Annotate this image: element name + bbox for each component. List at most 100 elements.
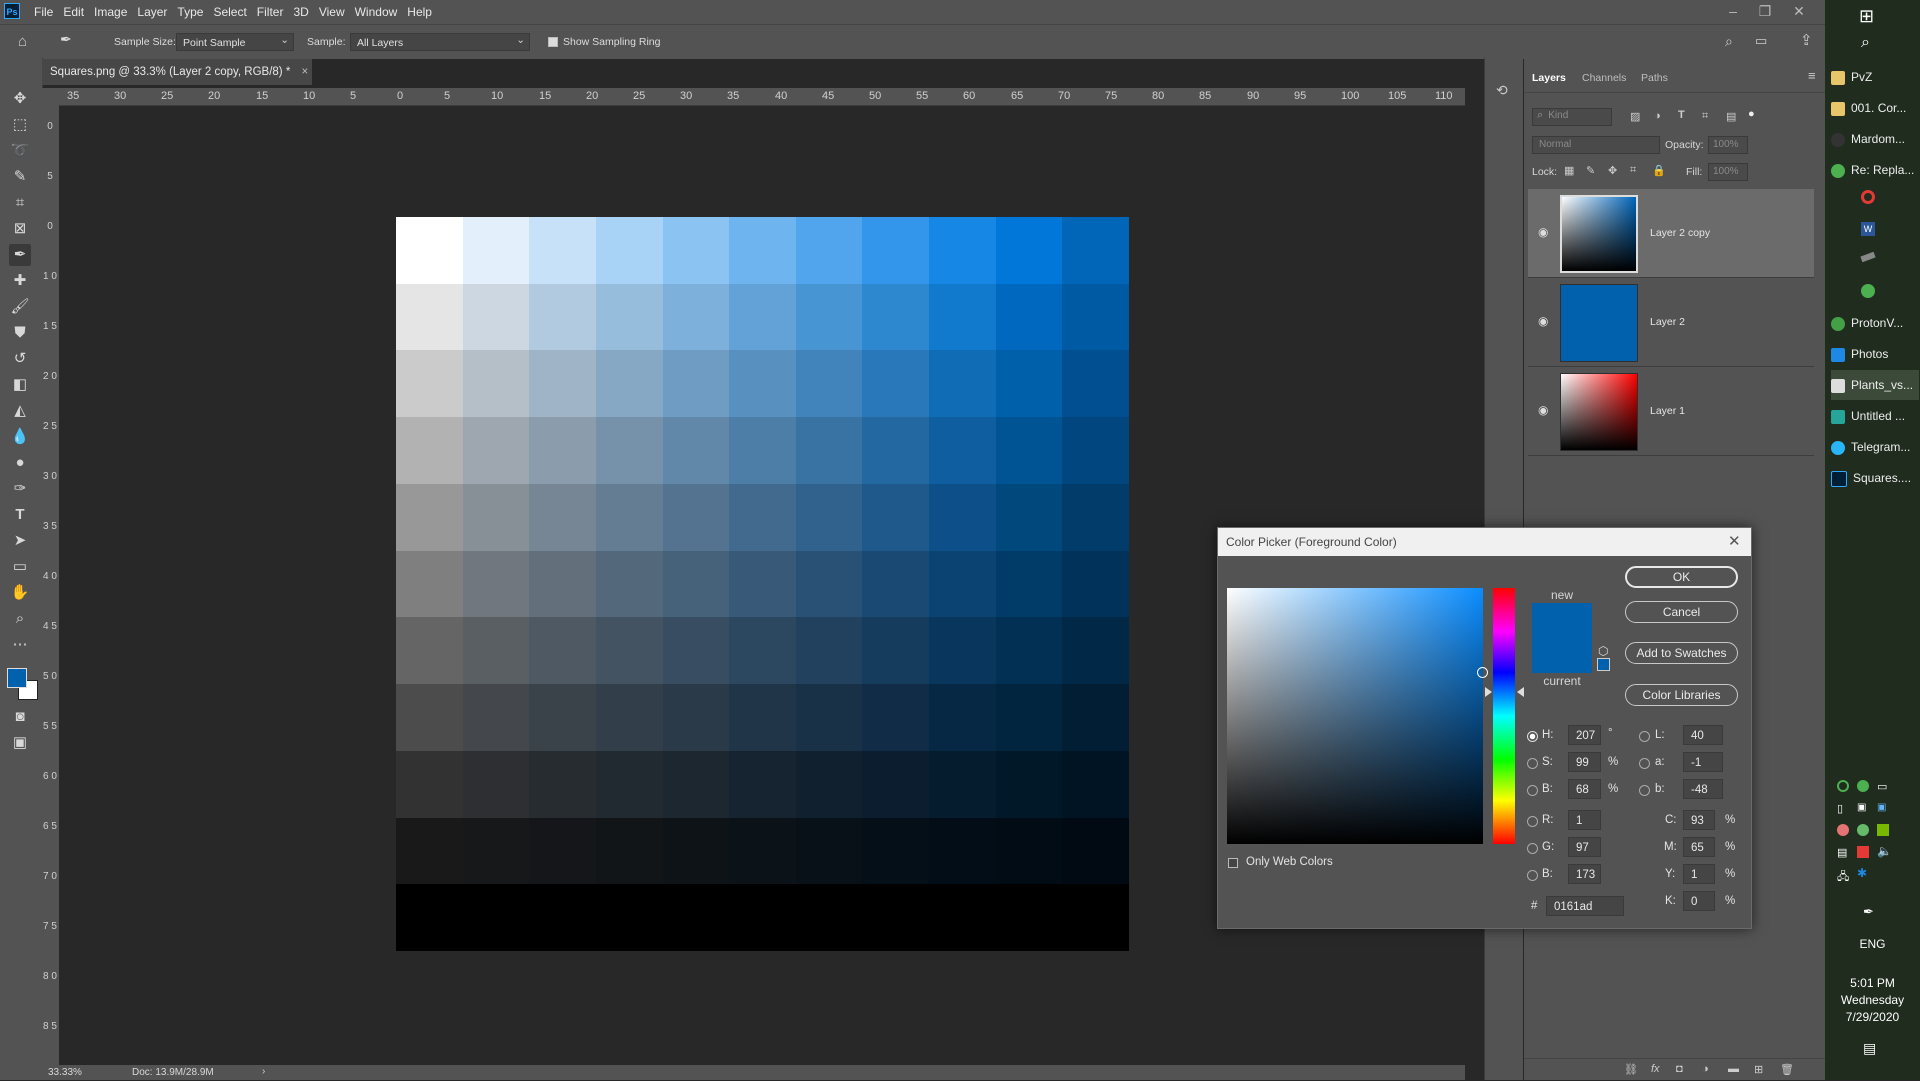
sample-select[interactable]: All Layers (350, 31, 530, 51)
tray-icon[interactable]: ▣ (1877, 802, 1886, 813)
history-panel-icon[interactable]: ⟲ (1496, 82, 1508, 99)
add-mask-icon[interactable]: ◘ (1676, 1063, 1683, 1075)
new-group-icon[interactable]: ▬ (1728, 1063, 1739, 1075)
eyedropper-preset-icon[interactable]: ✒ (60, 31, 86, 51)
filter-type-icon[interactable]: T (1678, 109, 1685, 121)
field-l[interactable]: 40 (1683, 725, 1723, 745)
lock-artboard-icon[interactable]: ⌗ (1630, 164, 1636, 177)
close-tab-icon[interactable]: × (302, 66, 309, 78)
history-brush-tool-icon[interactable]: ↺ (9, 348, 31, 370)
hex-field[interactable]: 0161ad (1546, 896, 1624, 916)
close-icon[interactable]: ✕ (1782, 0, 1816, 24)
taskbar-item-photoshop[interactable]: Squares.... (1831, 463, 1919, 493)
filter-shape-icon[interactable]: ⌗ (1702, 110, 1708, 123)
taskbar-item-telegram[interactable]: Telegram... (1831, 432, 1919, 462)
radio-a[interactable] (1639, 758, 1650, 769)
home-icon[interactable]: ⌂ (18, 33, 36, 51)
menu-type[interactable]: Type (177, 0, 211, 24)
foreground-color-swatch[interactable] (7, 668, 27, 688)
menu-edit[interactable]: Edit (63, 0, 92, 24)
blend-mode-select[interactable]: Normal (1532, 136, 1660, 154)
tray-icon[interactable]: ▣ (1857, 802, 1866, 813)
dodge-tool-icon[interactable]: ● (9, 452, 31, 474)
status-menu-arrow-icon[interactable]: › (262, 1066, 265, 1077)
dialog-titlebar[interactable]: Color Picker (Foreground Color) (1218, 528, 1751, 556)
rectangle-tool-icon[interactable]: ▭ (9, 556, 31, 578)
type-tool-icon[interactable]: T (9, 504, 31, 526)
tray-icon[interactable] (1857, 846, 1869, 858)
fx-icon[interactable]: fx (1651, 1063, 1660, 1075)
crop-tool-icon[interactable]: ⌗ (9, 192, 31, 214)
word-icon[interactable]: W (1861, 222, 1875, 236)
minimize-icon[interactable]: – (1716, 0, 1750, 24)
taskbar-item-mardom[interactable]: Mardom... (1831, 124, 1919, 154)
tray-icon[interactable]: ▤ (1837, 846, 1847, 859)
field-a[interactable]: -1 (1683, 752, 1723, 772)
field-blue[interactable]: 173 (1568, 864, 1601, 884)
dialog-close-icon[interactable]: ✕ (1728, 532, 1741, 550)
radio-r[interactable] (1527, 816, 1538, 827)
visibility-eye-icon[interactable]: ◉ (1538, 403, 1552, 417)
app-icon[interactable] (1861, 284, 1875, 298)
zoom-tool-icon[interactable]: ⌕ (9, 608, 31, 630)
tab-layers[interactable]: Layers (1532, 72, 1566, 84)
tab-paths[interactable]: Paths (1641, 72, 1668, 84)
saturation-brightness-field[interactable] (1227, 588, 1488, 844)
filter-kind-field[interactable]: ⌕ Kind (1532, 108, 1612, 126)
fill-field[interactable]: 100% (1708, 163, 1748, 181)
tray-icon[interactable]: ▭ (1877, 780, 1887, 793)
path-selection-tool-icon[interactable]: ➤ (9, 530, 31, 552)
adjustment-layer-icon[interactable]: ◑ (1702, 1063, 1709, 1075)
share-icon[interactable]: ⇪ (1800, 31, 1813, 49)
pen-tool-icon[interactable]: ✑ (9, 478, 31, 500)
notifications-icon[interactable]: ▤ (1863, 1040, 1876, 1057)
link-layers-icon[interactable]: ⛓ (1624, 1063, 1638, 1076)
opacity-field[interactable]: 100% (1708, 136, 1748, 154)
document-tab[interactable]: Squares.png @ 33.3% (Layer 2 copy, RGB/8… (42, 59, 312, 85)
radio-l[interactable] (1639, 731, 1650, 742)
frame-tool-icon[interactable]: ⊠ (9, 218, 31, 240)
nvidia-icon[interactable] (1877, 824, 1889, 836)
image-canvas[interactable] (396, 217, 1129, 951)
network-icon[interactable]: 🖧 (1837, 868, 1849, 887)
tray-icon[interactable] (1837, 780, 1849, 792)
eraser-tool-icon[interactable]: ◧ (9, 374, 31, 396)
clock[interactable]: 5:01 PM Wednesday 7/29/2020 (1825, 975, 1920, 1026)
hue-slider[interactable] (1493, 588, 1515, 844)
language-indicator[interactable]: ENG (1825, 937, 1920, 951)
hand-tool-icon[interactable]: ✋ (9, 582, 31, 604)
field-y[interactable]: 1 (1683, 864, 1715, 884)
clone-stamp-tool-icon[interactable]: ⛊ (9, 322, 31, 344)
taskbar-item-plants[interactable]: Plants_vs... (1831, 370, 1919, 400)
menu-select[interactable]: Select (213, 0, 254, 24)
screen-mode-icon[interactable]: ▣ (9, 732, 31, 754)
radio-blue[interactable] (1527, 870, 1538, 881)
sample-size-select[interactable]: Point Sample (176, 31, 294, 51)
menu-view[interactable]: View (319, 0, 353, 24)
delete-layer-icon[interactable]: 🗑 (1780, 1063, 1794, 1076)
visibility-eye-icon[interactable]: ◉ (1538, 225, 1552, 239)
marquee-tool-icon[interactable]: ⬚ (9, 114, 31, 136)
lock-position-icon[interactable]: ✥ (1608, 164, 1617, 177)
pen-icon[interactable]: ✒ (1863, 904, 1874, 920)
cancel-button[interactable]: Cancel (1625, 601, 1738, 623)
layer-row-layer-1[interactable]: ◉ Layer 1 (1528, 367, 1814, 456)
tab-channels[interactable]: Channels (1582, 72, 1626, 84)
brush-tool-icon[interactable]: 🖌 (9, 296, 31, 318)
usb-icon[interactable]: ▯ (1837, 802, 1843, 815)
lasso-tool-icon[interactable]: ➰ (9, 140, 31, 162)
menu-layer[interactable]: Layer (137, 0, 175, 24)
search-icon[interactable]: ⌕ (1725, 33, 1733, 50)
quick-select-tool-icon[interactable]: ✎ (9, 166, 31, 188)
more-tools-icon[interactable]: ⋯ (9, 634, 31, 656)
opera-icon[interactable] (1861, 190, 1875, 204)
radio-brightness[interactable] (1527, 785, 1538, 796)
new-layer-icon[interactable]: ⊞ (1754, 1063, 1763, 1076)
radio-g[interactable] (1527, 843, 1538, 854)
menu-file[interactable]: File (34, 0, 61, 24)
lock-all-icon[interactable]: 🔒 (1652, 164, 1666, 177)
taskbar-item-folder-001[interactable]: 001. Cor... (1831, 93, 1919, 123)
field-s[interactable]: 99 (1568, 752, 1601, 772)
ok-button[interactable]: OK (1625, 566, 1738, 588)
search-icon[interactable]: ⌕ (1861, 34, 1870, 52)
